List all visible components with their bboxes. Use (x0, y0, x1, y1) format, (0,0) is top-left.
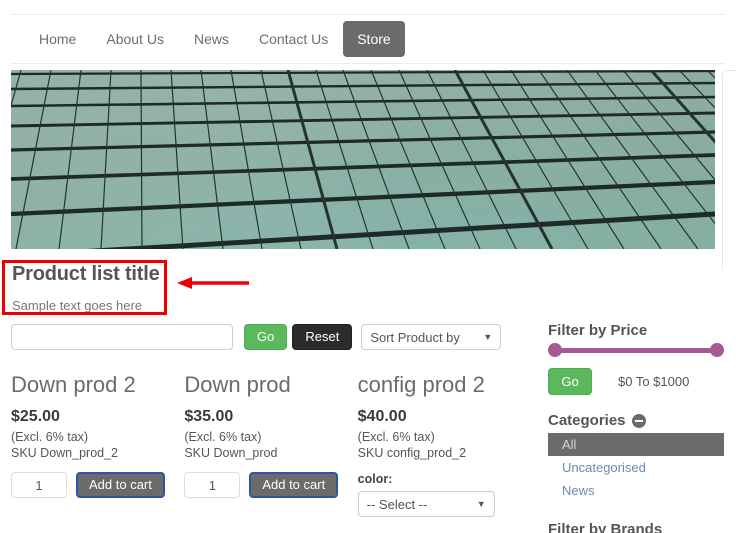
product-toolbar: Go Reset Sort Product by ▼ (11, 324, 501, 350)
add-to-cart-button[interactable]: Add to cart (76, 472, 165, 498)
product-sku: SKU config_prod_2 (358, 446, 521, 460)
price-slider-track (555, 348, 717, 353)
product-name[interactable]: Down prod 2 (11, 372, 174, 397)
cart-controls: Add to cart (184, 472, 347, 498)
product-card: Down prod 2 $25.00 (Excl. 6% tax) SKU Do… (11, 372, 184, 517)
product-sku: SKU Down_prod_2 (11, 446, 174, 460)
price-filter-go-button[interactable]: Go (548, 368, 592, 395)
nav-item-news[interactable]: News (179, 22, 244, 56)
product-option-label: color: (358, 472, 521, 486)
product-sku: SKU Down_prod (184, 446, 347, 460)
category-item-uncategorised[interactable]: Uncategorised (548, 456, 724, 479)
minus-circle-icon[interactable] (632, 414, 646, 428)
product-tax-note: (Excl. 6% tax) (184, 430, 347, 444)
category-item-news[interactable]: News (548, 479, 724, 502)
chevron-down-icon: ▼ (483, 332, 492, 342)
main-navigation: Home About Us News Contact Us Store (11, 15, 725, 64)
product-name[interactable]: Down prod (184, 372, 347, 397)
filter-by-price-heading: Filter by Price (548, 322, 724, 339)
color-option-value: -- Select -- (367, 497, 428, 512)
hero-banner-image (11, 70, 715, 249)
quantity-input[interactable] (11, 472, 67, 498)
right-panel-edge (722, 70, 736, 270)
nav-item-home[interactable]: Home (24, 22, 91, 56)
category-item-all[interactable]: All (548, 433, 724, 456)
product-card: config prod 2 $40.00 (Excl. 6% tax) SKU … (358, 372, 531, 517)
categories-list: All Uncategorised News (548, 433, 724, 502)
product-tax-note: (Excl. 6% tax) (358, 430, 521, 444)
product-price: $25.00 (11, 408, 174, 426)
reset-button[interactable]: Reset (292, 324, 352, 350)
cart-controls: Add to cart (11, 472, 174, 498)
sort-product-dropdown[interactable]: Sort Product by ▼ (361, 324, 501, 350)
page-title: Product list title (12, 263, 160, 286)
filters-sidebar: Filter by Price Go $0 To $1000 Categorie… (548, 322, 724, 533)
nav-item-contact-us[interactable]: Contact Us (244, 22, 343, 56)
filter-by-brands-heading: Filter by Brands (548, 521, 724, 533)
product-price: $40.00 (358, 408, 521, 426)
product-tax-note: (Excl. 6% tax) (11, 430, 174, 444)
categories-heading[interactable]: Categories (548, 412, 724, 429)
filter-by-price-label: Filter by Price (548, 322, 647, 339)
page-subtitle: Sample text goes here (12, 298, 142, 313)
color-option-dropdown[interactable]: -- Select -- ▼ (358, 491, 495, 517)
nav-item-about-us[interactable]: About Us (91, 22, 179, 56)
search-go-button[interactable]: Go (244, 324, 287, 350)
chevron-down-icon: ▼ (477, 499, 486, 509)
price-filter-actions: Go $0 To $1000 (548, 368, 724, 395)
sort-dropdown-value: Sort Product by (370, 330, 460, 345)
price-range-value: $0 To $1000 (618, 374, 689, 389)
nav-item-store[interactable]: Store (343, 21, 404, 57)
product-card: Down prod $35.00 (Excl. 6% tax) SKU Down… (184, 372, 357, 517)
price-range-slider[interactable] (548, 343, 724, 357)
product-grid: Down prod 2 $25.00 (Excl. 6% tax) SKU Do… (11, 372, 531, 517)
price-slider-min-handle[interactable] (548, 343, 562, 357)
add-to-cart-button[interactable]: Add to cart (249, 472, 338, 498)
annotation-arrow-icon (175, 275, 250, 291)
product-price: $35.00 (184, 408, 347, 426)
page-root: Home About Us News Contact Us Store (0, 0, 736, 533)
glass-facade-graphic (11, 70, 715, 249)
product-name[interactable]: config prod 2 (358, 372, 521, 397)
categories-label: Categories (548, 412, 626, 429)
quantity-input[interactable] (184, 472, 240, 498)
price-slider-max-handle[interactable] (710, 343, 724, 357)
search-input[interactable] (11, 324, 233, 350)
